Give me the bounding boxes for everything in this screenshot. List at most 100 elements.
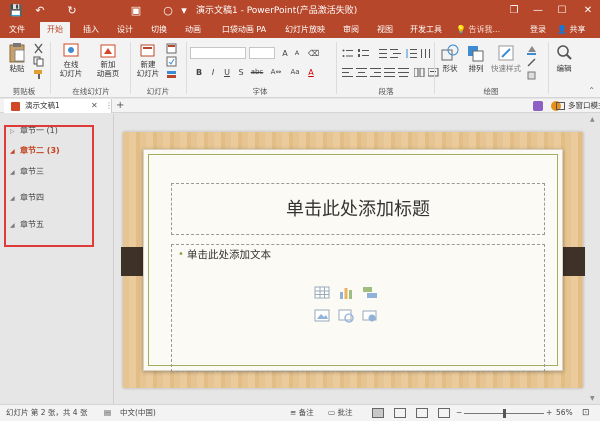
multi-window-button[interactable]: 多窗口模式 (568, 99, 600, 113)
collapse-ribbon-icon[interactable]: ⌃ (588, 86, 595, 95)
shape-button[interactable]: 形状 (438, 42, 462, 73)
decrease-font-icon[interactable]: A (292, 48, 302, 59)
title-placeholder[interactable]: 单击此处添加标题 (171, 183, 545, 235)
tab-home[interactable]: 开始 (40, 22, 70, 38)
tab-transitions[interactable]: 切换 (146, 22, 172, 38)
login-button[interactable]: 登录 (530, 22, 546, 38)
expanded-arrow-icon[interactable]: ◢ (10, 167, 20, 179)
tab-animations[interactable]: 动画 (180, 22, 206, 38)
clear-format-icon[interactable]: ⌫ (308, 48, 319, 58)
insert-chart-icon[interactable] (338, 285, 354, 300)
layout-icon[interactable] (166, 43, 177, 54)
insert-online-picture-icon[interactable] (338, 308, 354, 323)
zoom-level[interactable]: 56% (556, 405, 573, 421)
numbering-icon[interactable] (358, 49, 369, 58)
shape-outline-icon[interactable] (526, 57, 537, 68)
section-5[interactable]: ◢ 章节五 (10, 219, 44, 231)
reset-icon[interactable] (166, 56, 177, 67)
spellcheck-icon[interactable]: ▤ (104, 405, 111, 421)
quick-styles-button[interactable]: 快速样式 (490, 42, 522, 73)
section-4[interactable]: ◢ 章节四 (10, 192, 44, 204)
new-animation-page-button[interactable]: 新加 动画页 (92, 42, 124, 78)
text-direction-icon[interactable] (420, 49, 431, 58)
redo-icon[interactable]: ↻ (64, 3, 80, 19)
edit-button[interactable]: 编辑 (552, 42, 576, 73)
ribbon-display-options-button[interactable]: ❐ (502, 0, 526, 22)
bold-button[interactable]: B (194, 67, 204, 78)
copy-icon[interactable] (33, 56, 44, 67)
more-icon[interactable]: ⋮ (105, 99, 113, 113)
document-tab[interactable]: 演示文稿1 ✕ ⋮ (4, 99, 113, 113)
align-left-icon[interactable] (342, 68, 353, 77)
underline-button[interactable]: U (222, 67, 232, 78)
section-1[interactable]: ▷ 章节一 (1) (10, 125, 58, 137)
tab-insert[interactable]: 插入 (78, 22, 104, 38)
expanded-arrow-icon[interactable]: ◢ (10, 193, 20, 205)
char-spacing-button[interactable]: A⇔ (268, 67, 284, 78)
distribute-icon[interactable] (398, 68, 409, 77)
text-shadow-button[interactable]: S (236, 67, 246, 78)
line-spacing-icon[interactable] (406, 49, 417, 58)
slide-sorter-view-icon[interactable] (394, 408, 406, 418)
zoom-out-button[interactable]: − (456, 405, 462, 421)
arrange-button[interactable]: 排列 (464, 42, 488, 73)
scroll-down-arrow-icon[interactable]: ▼ (590, 395, 595, 402)
new-slide-button[interactable]: 新建 幻灯片 (134, 42, 162, 78)
decrease-indent-icon[interactable] (376, 49, 387, 58)
new-tab-button[interactable]: + (116, 99, 124, 113)
zoom-in-button[interactable]: + (546, 405, 552, 421)
language-status[interactable]: 中文(中国) (120, 405, 156, 421)
slideshow-icon[interactable]: ▣ (128, 3, 144, 19)
tab-slideshow[interactable]: 幻灯片放映 (280, 22, 330, 38)
share-button[interactable]: 👤 共享 (557, 22, 586, 38)
tab-design[interactable]: 设计 (112, 22, 138, 38)
align-right-icon[interactable] (370, 68, 381, 77)
slide-canvas[interactable]: 单击此处添加标题 • 单击此处添加文本 (121, 132, 585, 388)
tab-file[interactable]: 文件 (4, 22, 30, 38)
save-icon[interactable]: 💾 (8, 3, 24, 19)
align-center-icon[interactable] (356, 68, 367, 77)
notes-button[interactable]: ≡ 备注 (290, 405, 314, 421)
cut-icon[interactable] (33, 43, 44, 54)
bullets-icon[interactable] (342, 49, 353, 58)
tell-me-box[interactable]: 💡 告诉我... (456, 22, 500, 38)
shape-fill-icon[interactable] (526, 44, 537, 55)
italic-button[interactable]: I (208, 67, 218, 78)
tab-developer[interactable]: 开发工具 (406, 22, 446, 38)
paste-button[interactable]: 粘贴 (4, 42, 30, 73)
shape-effects-icon[interactable] (526, 70, 537, 81)
section-icon[interactable] (166, 69, 177, 80)
section-2[interactable]: ◢ 章节二 (3) (10, 145, 60, 157)
tab-pocket-animation[interactable]: 口袋动画 PA (216, 22, 272, 38)
expanded-arrow-icon[interactable]: ◢ (10, 220, 20, 232)
reading-view-icon[interactable] (416, 408, 428, 418)
increase-indent-icon[interactable] (390, 49, 401, 58)
tab-view[interactable]: 视图 (372, 22, 398, 38)
insert-picture-icon[interactable] (314, 308, 330, 323)
increase-font-icon[interactable]: A (280, 48, 290, 59)
vertical-scrollbar[interactable]: ▲ ▼ (588, 114, 600, 404)
customize-quick-access-icon[interactable]: ▾ (176, 3, 192, 19)
normal-view-icon[interactable] (372, 408, 384, 418)
expanded-arrow-icon[interactable]: ◢ (10, 146, 20, 158)
insert-smartart-icon[interactable] (362, 285, 378, 300)
insert-video-icon[interactable] (362, 308, 378, 323)
comments-button[interactable]: ▭ 批注 (328, 405, 352, 421)
slideshow-view-icon[interactable] (438, 408, 450, 418)
insert-table-icon[interactable] (314, 285, 330, 300)
zoom-slider-knob[interactable] (503, 409, 507, 418)
strikethrough-button[interactable]: abc (250, 67, 264, 78)
online-slides-button[interactable]: 在线 幻灯片 (56, 42, 86, 78)
change-case-button[interactable]: Aa (288, 67, 302, 78)
font-name-dropdown[interactable] (190, 47, 246, 59)
section-3[interactable]: ◢ 章节三 (10, 166, 44, 178)
font-color-button[interactable]: A (306, 67, 316, 78)
undo-icon[interactable]: ↶ (32, 3, 48, 19)
font-size-dropdown[interactable] (249, 47, 275, 59)
maximize-button[interactable]: ☐ (550, 0, 574, 22)
columns-icon[interactable] (414, 68, 425, 77)
justify-icon[interactable] (384, 68, 395, 77)
fit-to-window-icon[interactable]: ⊡ (582, 405, 590, 421)
format-painter-icon[interactable] (33, 69, 44, 80)
tab-review[interactable]: 审阅 (338, 22, 364, 38)
